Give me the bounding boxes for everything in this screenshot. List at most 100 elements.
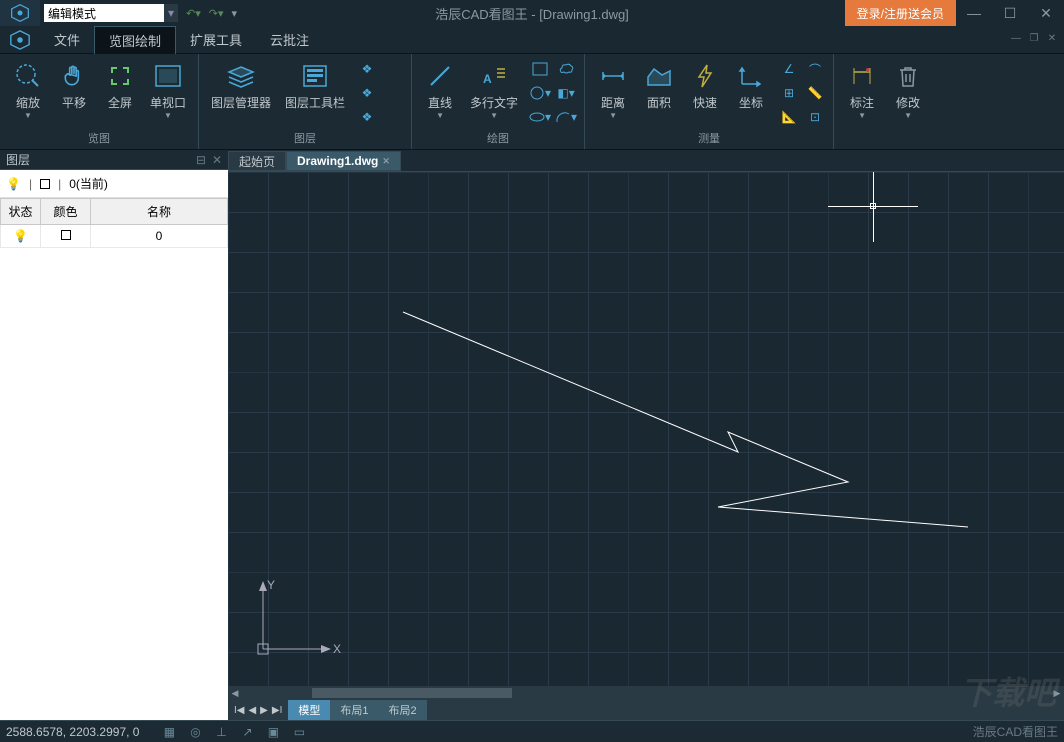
app-icon[interactable] [0,0,40,26]
fullscreen-button[interactable]: 全屏 [98,58,142,113]
singleview-button[interactable]: 单视口▼ [144,58,192,122]
coord-readout: 2588.6578, 2203.2997, 0 [6,725,139,739]
minimize-button[interactable]: — [956,0,992,26]
layout-prev-icon[interactable]: ◀ [248,705,256,716]
ribbon-group-measure: 距离▼ 面积 快速 坐标 ∠ ⌒ ⊞ 📏 📐 ⊡ 测量 [585,54,834,149]
maximize-button[interactable]: ☐ [992,0,1028,26]
scroll-right-arrow[interactable]: ▶ [1050,688,1064,699]
grid-toggle-icon[interactable]: ▦ [159,724,179,740]
current-layer-row[interactable]: 💡 | | 0(当前) [0,170,228,198]
mode-selector[interactable]: 编辑模式 [44,4,164,22]
mdi-close-button[interactable]: ✕ [1046,32,1058,44]
table-row[interactable]: 💡 0 [1,225,228,248]
pan-button[interactable]: 平移 [52,58,96,113]
polar-toggle-icon[interactable]: ↗ [237,724,257,740]
workspace: 图层 ⊟ ✕ 💡 | | 0(当前) 状态 颜色 名称 💡 [0,150,1064,720]
menu-extend[interactable]: 扩展工具 [176,26,256,53]
osnap-toggle-icon[interactable]: ▣ [263,724,283,740]
layer-toolbar-button[interactable]: 图层工具栏 [279,58,351,113]
login-register-button[interactable]: 登录/注册送会员 [845,0,956,26]
coord-button[interactable]: 坐标 [729,58,773,113]
measure-sum-icon[interactable]: ⊞ [777,82,801,104]
tab-model[interactable]: 模型 [288,700,330,720]
scroll-left-arrow[interactable]: ◀ [228,688,242,699]
distance-button[interactable]: 距离▼ [591,58,635,122]
mdi-minimize-button[interactable]: — [1010,32,1022,44]
drawing-canvas[interactable]: Y X [228,172,1064,686]
layout-next-icon[interactable]: ▶ [260,705,268,716]
layer-more-icon[interactable]: ❖ [355,106,379,128]
layout-last-icon[interactable]: ▶I [272,705,282,716]
text-icon: A [478,60,510,92]
rectangle-icon[interactable] [528,58,552,80]
redo-button[interactable]: ↷▾ [209,7,224,20]
measure-ruler-icon[interactable]: 📐 [777,106,801,128]
coord-icon [735,60,767,92]
layer-props-icon[interactable]: ❖ [355,82,379,104]
bulb-icon: 💡 [6,177,21,191]
dimension-icon [846,60,878,92]
layer-panel: 图层 ⊟ ✕ 💡 | | 0(当前) 状态 颜色 名称 💡 [0,150,228,720]
arc-icon[interactable]: ▾ [554,106,578,128]
square-icon [61,230,71,240]
measure-angle-icon[interactable]: ∠ [777,58,801,80]
layer-state-icon[interactable]: ❖ [355,58,379,80]
circle-icon[interactable]: ▾ [528,82,552,104]
lightning-icon [689,60,721,92]
window-title: 浩辰CAD看图王 - [Drawing1.dwg] [435,4,629,23]
delete-icon [892,60,924,92]
distance-icon [597,60,629,92]
modify-button[interactable]: 修改▼ [886,58,930,122]
menu-view-draw[interactable]: 览图绘制 [94,26,176,54]
layout-first-icon[interactable]: I◀ [234,705,244,716]
block-icon[interactable]: ◧▾ [554,82,578,104]
app-logo-small[interactable] [0,26,40,53]
revision-cloud-icon[interactable] [554,58,578,80]
area-button[interactable]: 面积 [637,58,681,113]
current-layer-name: 0(当前) [69,175,108,192]
menu-cloud-annotate[interactable]: 云批注 [256,26,323,53]
tab-close-icon[interactable]: ✕ [382,156,390,167]
panel-pin-icon[interactable]: ⊟ [196,153,206,167]
horizontal-scrollbar[interactable]: ◀ ▶ [228,686,1064,700]
snap-toggle-icon[interactable]: ◎ [185,724,205,740]
line-button[interactable]: 直线▼ [418,58,462,122]
group-label-annotate [840,132,930,149]
ortho-toggle-icon[interactable]: ⊥ [211,724,231,740]
ellipse-icon[interactable]: ▾ [528,106,552,128]
col-color[interactable]: 颜色 [41,199,91,225]
svg-text:A: A [483,72,492,86]
qat-dropdown[interactable]: ▾ [232,7,238,20]
layout-tabs: I◀ ◀ ▶ ▶I 模型 布局1 布局2 [228,700,1064,720]
quick-measure-button[interactable]: 快速 [683,58,727,113]
undo-button[interactable]: ↶▾ [186,7,201,20]
mtext-button[interactable]: A 多行文字▼ [464,58,524,122]
annotate-button[interactable]: 标注▼ [840,58,884,122]
measure-arc-icon[interactable]: ⌒ [803,58,827,80]
tab-drawing1[interactable]: Drawing1.dwg ✕ [286,151,401,171]
mdi-restore-button[interactable]: ❐ [1028,32,1040,44]
tab-layout2[interactable]: 布局2 [378,700,426,720]
mode-dropdown-arrow[interactable]: ▾ [164,4,178,22]
tab-layout1[interactable]: 布局1 [330,700,378,720]
layer-manager-button[interactable]: 图层管理器 [205,58,277,113]
measure-more-icon[interactable]: ⊡ [803,106,827,128]
close-button[interactable]: ✕ [1028,0,1064,26]
zoom-button[interactable]: 缩放▼ [6,58,50,122]
scroll-thumb[interactable] [312,688,512,698]
viewport-icon [152,60,184,92]
layer-table: 状态 颜色 名称 💡 0 [0,198,228,720]
lineweight-toggle-icon[interactable]: ▭ [289,724,309,740]
tab-start-page[interactable]: 起始页 [228,151,286,171]
ribbon-group-layer: 图层管理器 图层工具栏 ❖ ❖ ❖ 图层 [199,54,412,149]
measure-scale-icon[interactable]: 📏 [803,82,827,104]
fullscreen-icon [104,60,136,92]
col-state[interactable]: 状态 [1,199,41,225]
menu-file[interactable]: 文件 [40,26,94,53]
group-label-measure: 测量 [591,128,827,149]
col-name[interactable]: 名称 [91,199,228,225]
canvas-area: 起始页 Drawing1.dwg ✕ Y [228,150,1064,720]
panel-close-icon[interactable]: ✕ [212,153,222,167]
menu-bar: 文件 览图绘制 扩展工具 云批注 — ❐ ✕ [0,26,1064,54]
svg-text:X: X [333,642,341,656]
